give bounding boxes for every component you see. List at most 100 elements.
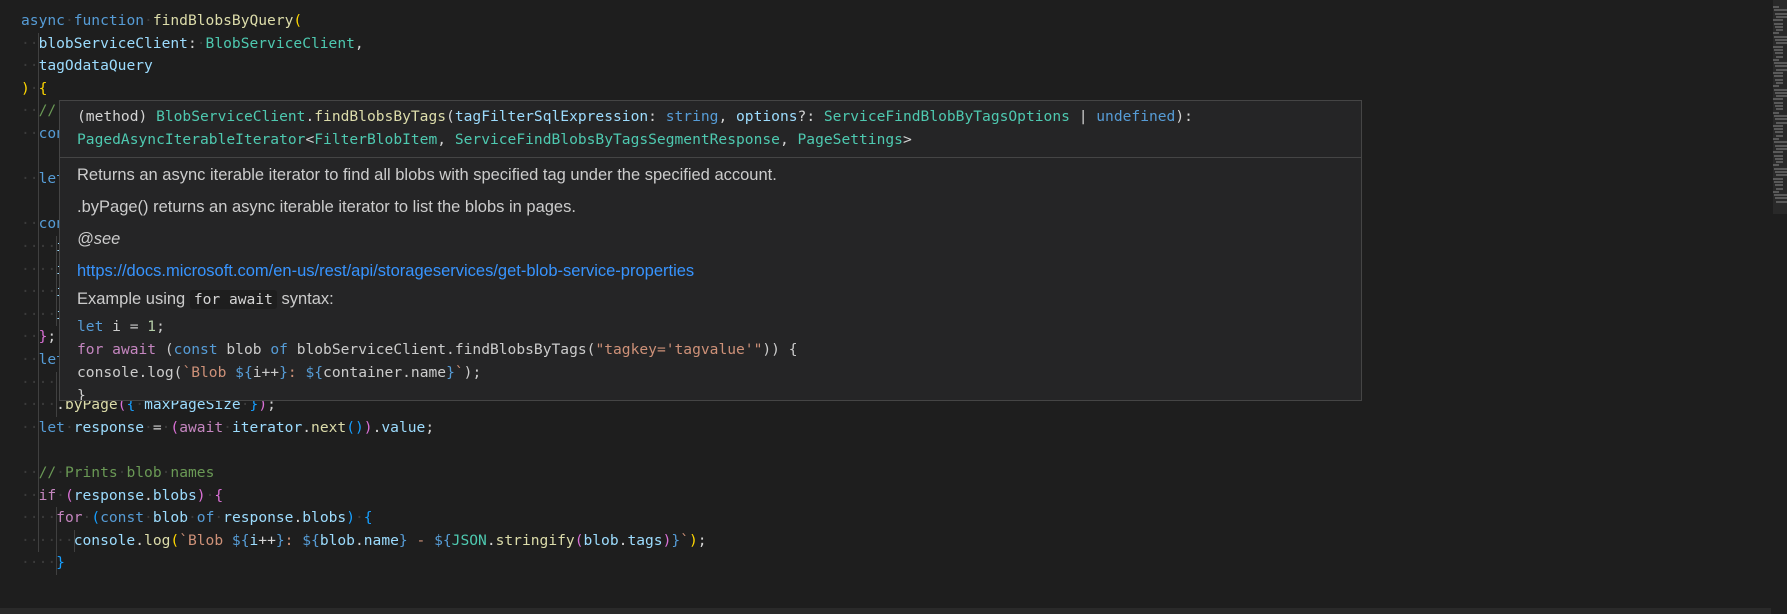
code-line[interactable]: ··blobServiceClient:·BlobServiceClient, [21, 33, 364, 56]
code-token: tags [627, 531, 663, 549]
code-token: } [398, 531, 408, 549]
code-line[interactable]: async·function·findBlobsByQuery( [21, 10, 302, 33]
code-token: response [73, 486, 145, 504]
example-token: container.name [323, 364, 447, 381]
example-token: i = [103, 318, 148, 335]
example-token: } [279, 364, 288, 381]
code-token: ) [688, 531, 698, 549]
minimap[interactable] [1771, 0, 1787, 614]
code-token: · [144, 509, 153, 527]
minimap-line [1775, 197, 1787, 200]
code-token: // [38, 464, 57, 481]
code-token: · [56, 486, 65, 504]
bypage-description: .byPage() returns an async iterable iter… [77, 198, 576, 216]
code-token: ; [425, 418, 435, 436]
code-line[interactable]: ··tagOdataQuery [21, 55, 153, 78]
minimap-line [1776, 42, 1787, 45]
code-token: · [64, 418, 74, 436]
code-token: ) [346, 509, 355, 527]
example-token: let [77, 318, 104, 335]
code-token: ·· [21, 170, 39, 188]
code-token: blobs [152, 486, 197, 504]
code-token: ·· [21, 486, 39, 504]
minimap-line [1774, 194, 1787, 197]
minimap-line [1773, 85, 1779, 88]
signature-line-1: (method) BlobServiceClient.findBlobsByTa… [77, 105, 1351, 128]
minimap-line [1773, 177, 1783, 180]
minimap-line [1773, 190, 1779, 193]
code-line[interactable]: ··if·(response.blobs)·{ [21, 485, 223, 508]
sig-token: string [665, 108, 719, 125]
code-token: let [38, 418, 65, 436]
minimap-line [1775, 78, 1783, 81]
code-token: = [152, 418, 162, 436]
minimap-line [1773, 111, 1779, 114]
horizontal-scrollbar[interactable] [0, 608, 1771, 614]
minimap-line [1776, 161, 1783, 164]
sig-token: PageSettings [797, 131, 903, 148]
code-token: await [179, 418, 224, 436]
code-token: · [144, 12, 153, 29]
sig-token: > [902, 131, 912, 148]
code-line[interactable]: ····for·(const·blob·of·response.blobs)·{ [21, 507, 373, 530]
sig-token: ): [1175, 108, 1193, 125]
code-token: · [56, 464, 65, 481]
code-token: iterator [231, 418, 303, 436]
minimap-line [1774, 114, 1787, 117]
code-line[interactable]: )·{ [21, 78, 47, 101]
code-token: ···· [21, 554, 57, 572]
example-token: "tagkey='tagvalue'" [595, 341, 763, 358]
minimap-line [1773, 58, 1779, 61]
code-token: console [73, 531, 136, 549]
code-token: BlobServiceClient [205, 34, 355, 52]
sig-token: < [305, 131, 315, 148]
minimap-line [1773, 45, 1783, 48]
docs-link[interactable]: https://docs.microsoft.com/en-us/rest/ap… [77, 262, 694, 280]
sig-token: findBlobsByTags [314, 108, 447, 125]
example-token: const [173, 341, 218, 358]
code-line[interactable]: ··let·response·=·(await·iterator.next())… [21, 417, 434, 440]
code-token: names [170, 464, 215, 481]
code-token: ; [697, 531, 707, 549]
minimap-line [1773, 32, 1779, 35]
code-line[interactable]: ··//·Prints·blob·names [21, 462, 214, 485]
example-token: blobServiceClient.findBlobsByTags( [287, 341, 596, 358]
minimap-line [1774, 22, 1783, 25]
minimap-line [1776, 134, 1783, 137]
code-token: · [188, 509, 197, 527]
minimap-line [1773, 98, 1783, 101]
example-suffix: syntax: [281, 290, 334, 308]
example-token: of [270, 341, 288, 358]
code-token: stringify [495, 531, 575, 549]
code-token: ( [64, 486, 74, 504]
code-token: blob [583, 531, 619, 549]
code-token: , [354, 34, 364, 52]
minimap-line [1776, 81, 1783, 84]
code-token: ( [91, 509, 101, 527]
code-token: ${ [302, 531, 320, 549]
example-token: console.log( [77, 364, 183, 381]
indent-guide [38, 32, 39, 553]
code-token: } [275, 531, 285, 549]
code-line[interactable]: ····} [21, 552, 65, 575]
minimap-line [1774, 62, 1787, 65]
sig-token: BlobServiceClient [156, 108, 306, 125]
code-token: blob [152, 509, 188, 527]
minimap-line [1775, 171, 1787, 173]
code-token: if [38, 486, 57, 504]
example-token: for [77, 341, 104, 358]
code-line[interactable]: ······console.log(`Blob ${i++}: ${blob.n… [21, 530, 707, 553]
code-token: . [135, 531, 145, 549]
code-token: ++ [258, 531, 276, 549]
indent-guide [56, 507, 57, 575]
sig-token: FilterBlobItem [314, 131, 438, 148]
code-token: ) [363, 418, 373, 436]
code-token: ·· [21, 102, 39, 120]
code-token: . [486, 531, 496, 549]
code-token: ·· [21, 418, 39, 436]
minimap-line [1774, 101, 1783, 104]
sig-token: ServiceFindBlobByTagsOptions [823, 108, 1070, 125]
indent-guide [74, 529, 75, 553]
sig-token: , [779, 131, 798, 148]
minimap-line [1775, 65, 1787, 68]
